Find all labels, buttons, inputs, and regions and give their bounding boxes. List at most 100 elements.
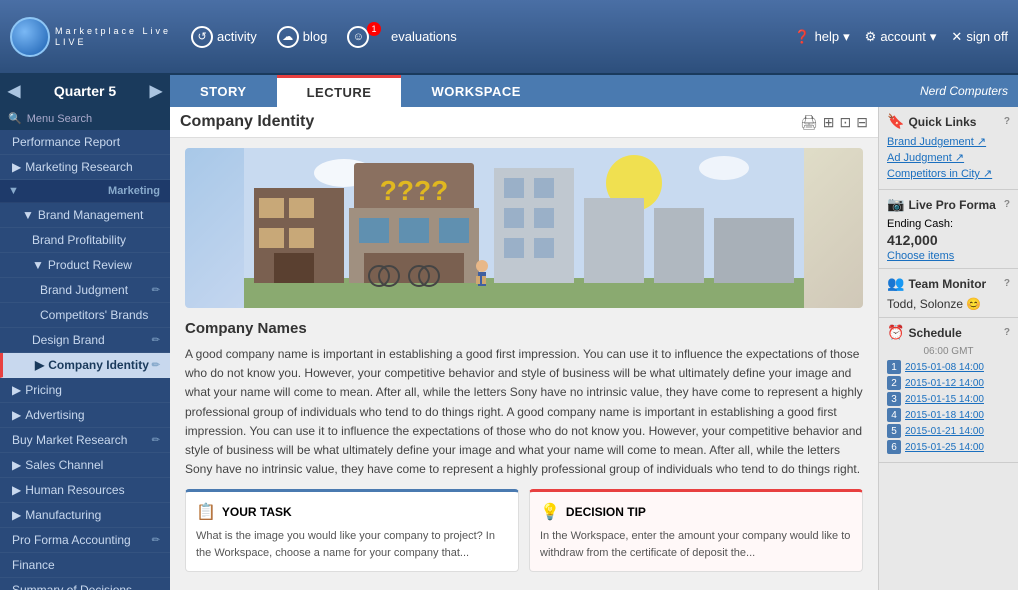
sidebar-item-design-brand[interactable]: Design Brand ✏ xyxy=(0,328,170,353)
sign-off-icon: ✕ xyxy=(951,29,962,45)
decision-tip-header: 💡 DECISION TIP xyxy=(540,502,852,522)
blog-link[interactable]: ☁ blog xyxy=(277,26,328,48)
schedule-row-3: 3 2015-01-15 14:00 xyxy=(887,392,1010,406)
tip-icon: 💡 xyxy=(540,502,560,522)
quarter-nav: ◀ Quarter 5 ▶ xyxy=(0,75,170,107)
schedule-date[interactable]: 2015-01-15 14:00 xyxy=(905,394,984,405)
pencil-icon: ✏ xyxy=(152,335,160,346)
content-header: Company Identity 🖨 ⊞ ⊡ ⊟ xyxy=(170,107,878,138)
help-icon[interactable]: ? xyxy=(1004,327,1010,338)
help-icon[interactable]: ? xyxy=(1004,278,1010,289)
quick-link-competitors-in-city[interactable]: Competitors in City ↗ xyxy=(887,167,1010,180)
ending-cash-row: Ending Cash: xyxy=(887,218,1010,230)
svg-text:????: ???? xyxy=(380,175,448,206)
sidebar-section-marketing: ▼ Marketing xyxy=(0,180,170,203)
tab-workspace[interactable]: WORKSPACE xyxy=(401,75,550,107)
schedule-date[interactable]: 2015-01-12 14:00 xyxy=(905,378,984,389)
sidebar-item-manufacturing[interactable]: ▶ Manufacturing xyxy=(0,503,170,528)
schedule-num: 5 xyxy=(887,424,901,438)
quick-links-header: 🔖 Quick Links ? xyxy=(887,113,1010,130)
sidebar-item-product-review[interactable]: ▼ Product Review xyxy=(0,253,170,278)
sidebar-item-company-identity[interactable]: ▶ Company Identity ✏ xyxy=(0,353,170,378)
top-nav-right: ❓ help ▾ ⚙ account ▾ ✕ sign off xyxy=(794,29,1008,45)
quarter-next-arrow[interactable]: ▶ xyxy=(150,81,162,101)
sidebar-search[interactable]: 🔍 Menu Search xyxy=(0,107,170,130)
search-icon: 🔍 xyxy=(8,112,22,125)
sidebar-item-brand-profitability[interactable]: Brand Profitability xyxy=(0,228,170,253)
top-navigation: ↺ activity ☁ blog ☺ 1 evaluations xyxy=(191,26,794,48)
logo-marketplace: Marketplace Live xyxy=(55,26,171,37)
schedule-num: 4 xyxy=(887,408,901,422)
lecture-image: ???? xyxy=(185,148,863,308)
account-icon: ⚙ xyxy=(865,29,877,45)
schedule-header: ⏰ Schedule ? xyxy=(887,324,1010,341)
quick-links-section: 🔖 Quick Links ? Brand Judgement ↗ Ad Jud… xyxy=(879,107,1018,190)
smiley-icon: 😊 xyxy=(966,297,981,311)
sidebar-item-finance[interactable]: Finance xyxy=(0,553,170,578)
schedule-row-6: 6 2015-01-25 14:00 xyxy=(887,440,1010,454)
account-link[interactable]: ⚙ account ▾ xyxy=(865,29,937,45)
quarter-label: Quarter 5 xyxy=(54,83,116,99)
sidebar-item-pricing[interactable]: ▶ Pricing xyxy=(0,378,170,403)
schedule-date[interactable]: 2015-01-25 14:00 xyxy=(905,442,984,453)
tab-lecture[interactable]: LECTURE xyxy=(277,75,402,107)
sidebar-item-competitors-brands[interactable]: Competitors' Brands xyxy=(0,303,170,328)
logo-area: Marketplace Live LIVE xyxy=(10,17,171,57)
sidebar-item-buy-market-research[interactable]: Buy Market Research ✏ xyxy=(0,428,170,453)
expand-icon: ▶ xyxy=(12,483,21,497)
your-task-header: 📋 YOUR TASK xyxy=(196,502,508,522)
schedule-date[interactable]: 2015-01-18 14:00 xyxy=(905,410,984,421)
quick-link-ad-judgment[interactable]: Ad Judgment ↗ xyxy=(887,151,1010,164)
sidebar-item-brand-management[interactable]: ▼ Brand Management xyxy=(0,203,170,228)
blog-icon: ☁ xyxy=(277,26,299,48)
search-placeholder: Menu Search xyxy=(27,113,92,125)
expand-icon: ▶ xyxy=(12,458,21,472)
sidebar-item-pro-forma-accounting[interactable]: Pro Forma Accounting ✏ xyxy=(0,528,170,553)
activity-link[interactable]: ↺ activity xyxy=(191,26,257,48)
schedule-section: ⏰ Schedule ? 06:00 GMT 1 2015-01-08 14:0… xyxy=(879,318,1018,463)
schedule-date[interactable]: 2015-01-08 14:00 xyxy=(905,362,984,373)
live-pro-forma-header: 📷 Live Pro Forma ? xyxy=(887,196,1010,213)
logo-live: LIVE xyxy=(55,37,171,48)
schedule-row-2: 2 2015-01-12 14:00 xyxy=(887,376,1010,390)
quick-link-brand-judgement[interactable]: Brand Judgement ↗ xyxy=(887,135,1010,148)
help-icon: ❓ xyxy=(794,29,810,45)
settings-icon[interactable]: ⊟ xyxy=(856,114,868,131)
sidebar-item-advertising[interactable]: ▶ Advertising xyxy=(0,403,170,428)
sidebar-item-brand-judgment[interactable]: Brand Judgment ✏ xyxy=(0,278,170,303)
evaluations-link[interactable]: ☺ 1 evaluations xyxy=(347,26,456,48)
team-member: Todd, Solonze 😊 xyxy=(887,297,1010,311)
expand-icon: ▶ xyxy=(12,383,21,397)
schedule-row-5: 5 2015-01-21 14:00 xyxy=(887,424,1010,438)
schedule-timezone: 06:00 GMT xyxy=(887,346,1010,357)
sidebar: 🔍 Menu Search Performance Report ▶ Marke… xyxy=(0,107,170,590)
sidebar-item-performance-report[interactable]: Performance Report xyxy=(0,130,170,155)
pencil-icon: ✏ xyxy=(152,285,160,296)
live-pro-forma-section: 📷 Live Pro Forma ? Ending Cash: 412,000 … xyxy=(879,190,1018,269)
view-icon[interactable]: ⊞ xyxy=(823,114,835,131)
help-link[interactable]: ❓ help ▾ xyxy=(794,29,849,45)
top-bar: Marketplace Live LIVE ↺ activity ☁ blog … xyxy=(0,0,1018,75)
quarter-prev-arrow[interactable]: ◀ xyxy=(8,81,20,101)
team-monitor-header: 👥 Team Monitor ? xyxy=(887,275,1010,292)
second-bar: ◀ Quarter 5 ▶ STORY LECTURE WORKSPACE Ne… xyxy=(0,75,1018,107)
help-icon[interactable]: ? xyxy=(1004,199,1010,210)
choose-items-link[interactable]: Choose items xyxy=(887,250,954,262)
sidebar-item-human-resources[interactable]: ▶ Human Resources xyxy=(0,478,170,503)
tab-story[interactable]: STORY xyxy=(170,75,277,107)
ending-cash-value: 412,000 xyxy=(887,232,1010,248)
sidebar-item-marketing-research[interactable]: ▶ Marketing Research xyxy=(0,155,170,180)
team-icon: 👥 xyxy=(887,275,904,292)
pencil-icon: ✏ xyxy=(152,360,160,371)
expand-icon[interactable]: ⊡ xyxy=(840,114,852,131)
tabs-bar: STORY LECTURE WORKSPACE Nerd Computers xyxy=(170,75,1018,107)
sidebar-item-summary-of-decisions[interactable]: Summary of Decisions xyxy=(0,578,170,590)
print-icon[interactable]: 🖨 xyxy=(800,114,818,131)
help-icon[interactable]: ? xyxy=(1004,116,1010,127)
sidebar-item-sales-channel[interactable]: ▶ Sales Channel xyxy=(0,453,170,478)
content-icons: 🖨 ⊞ ⊡ ⊟ xyxy=(800,114,868,131)
sign-off-link[interactable]: ✕ sign off xyxy=(951,29,1008,45)
page-title: Company Identity xyxy=(180,113,314,131)
content-body: ???? xyxy=(170,138,878,590)
schedule-date[interactable]: 2015-01-21 14:00 xyxy=(905,426,984,437)
